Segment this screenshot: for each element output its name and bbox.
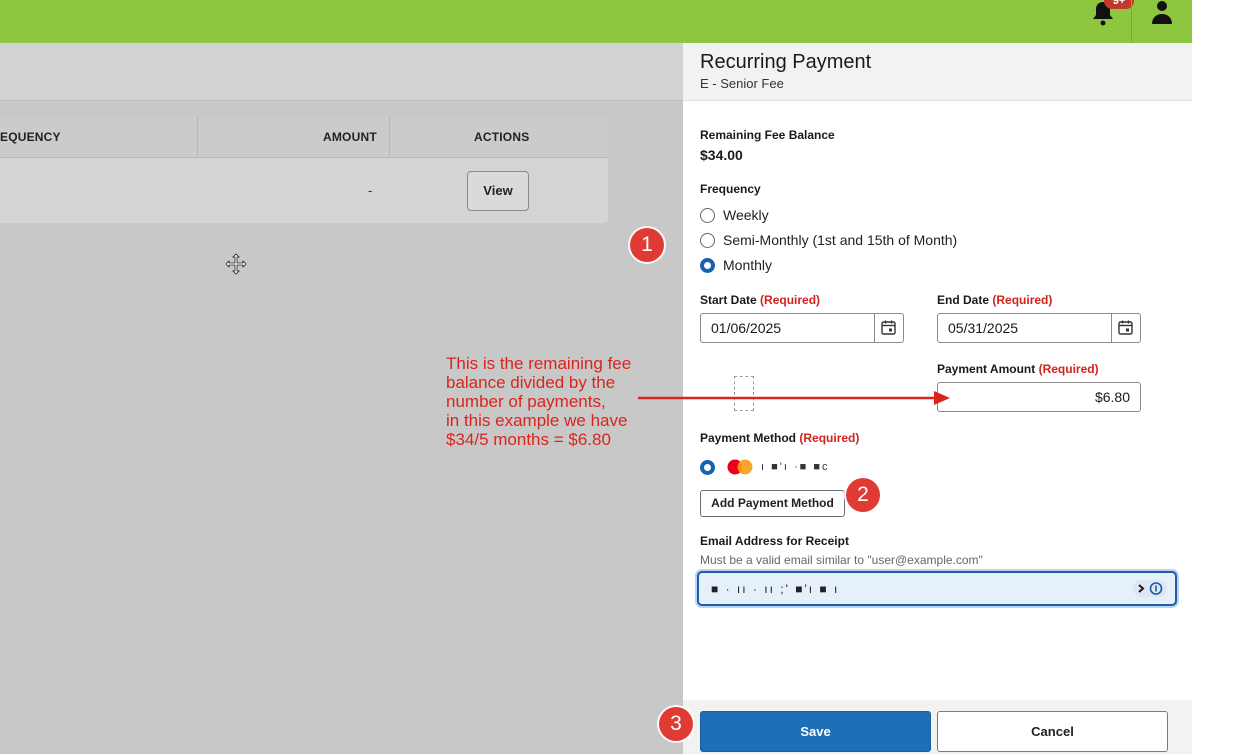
frequency-option-label: Semi-Monthly (1st and 15th of Month) bbox=[723, 232, 958, 248]
payment-amount-value: $6.80 bbox=[1094, 389, 1130, 405]
start-date-calendar-button[interactable] bbox=[874, 314, 903, 342]
step-marker-1: 1 bbox=[630, 228, 664, 262]
annotation-line: $34/5 months = $6.80 bbox=[446, 430, 611, 449]
frequency-option-label: Weekly bbox=[723, 207, 769, 223]
masked-card-number: ı ■'ı ·■ ■c bbox=[761, 461, 830, 473]
balance-value: $34.00 bbox=[700, 147, 743, 163]
payment-amount-label-text: Payment Amount bbox=[937, 362, 1036, 376]
start-date-value: 01/06/2025 bbox=[711, 320, 782, 336]
background-fees-table: EQUENCY AMOUNT ACTIONS - View bbox=[0, 117, 608, 223]
required-tag: (Required) bbox=[799, 431, 860, 445]
save-button[interactable]: Save bbox=[700, 711, 931, 752]
annotation-line: This is the remaining fee bbox=[446, 354, 632, 373]
calendar-icon bbox=[881, 320, 896, 335]
cancel-button[interactable]: Cancel bbox=[937, 711, 1168, 752]
column-separator bbox=[389, 117, 390, 157]
radio-unselected-icon[interactable] bbox=[700, 207, 715, 223]
mastercard-icon bbox=[727, 459, 753, 475]
step-marker-3: 3 bbox=[659, 707, 693, 741]
column-separator bbox=[197, 117, 198, 157]
frequency-option-semi-monthly[interactable]: Semi-Monthly (1st and 15th of Month) bbox=[700, 230, 957, 250]
start-date-input[interactable]: 01/06/2025 bbox=[700, 313, 904, 343]
move-cursor-icon bbox=[225, 253, 247, 275]
payment-method-label: Payment Method (Required) bbox=[700, 431, 859, 445]
payment-amount-input[interactable]: $6.80 bbox=[937, 382, 1141, 412]
panel-title: Recurring Payment bbox=[700, 51, 872, 73]
radio-selected-icon[interactable] bbox=[700, 257, 715, 273]
start-date-label-text: Start Date bbox=[700, 293, 757, 307]
user-account-icon[interactable] bbox=[1151, 0, 1173, 26]
panel-header: Recurring Payment E - Senior Fee bbox=[683, 43, 1192, 101]
amount-cell: - bbox=[368, 183, 373, 198]
radio-selected-icon[interactable] bbox=[700, 459, 715, 475]
table-header: EQUENCY AMOUNT ACTIONS bbox=[0, 117, 608, 158]
saved-payment-method-option[interactable]: ı ■'ı ·■ ■c bbox=[700, 457, 829, 477]
payment-method-label-text: Payment Method bbox=[700, 431, 797, 445]
start-date-label: Start Date (Required) bbox=[700, 293, 820, 307]
end-date-calendar-button[interactable] bbox=[1111, 314, 1140, 342]
calendar-icon bbox=[1118, 320, 1133, 335]
view-button[interactable]: View bbox=[467, 171, 529, 211]
end-date-label-text: End Date bbox=[937, 293, 990, 307]
annotation-arrow-icon bbox=[638, 391, 950, 405]
panel-footer: Save Cancel bbox=[683, 700, 1192, 754]
frequency-label: Frequency bbox=[700, 182, 761, 196]
email-hint: Must be a valid email similar to "user@e… bbox=[700, 553, 983, 567]
step-marker-2: 2 bbox=[846, 478, 880, 512]
panel-subtitle: E - Senior Fee bbox=[700, 76, 784, 91]
column-header-amount: AMOUNT bbox=[323, 130, 377, 144]
radio-unselected-icon[interactable] bbox=[700, 232, 715, 248]
required-tag: (Required) bbox=[1038, 362, 1099, 376]
end-date-label: End Date (Required) bbox=[937, 293, 1052, 307]
frequency-option-label: Monthly bbox=[723, 257, 773, 273]
add-payment-method-button[interactable]: Add Payment Method bbox=[700, 490, 845, 517]
required-tag: (Required) bbox=[992, 293, 1053, 307]
annotation-line: in this example we have bbox=[446, 411, 628, 430]
column-header-frequency: EQUENCY bbox=[0, 130, 61, 144]
top-navigation-bar: 9+ bbox=[0, 0, 1192, 43]
frequency-option-monthly[interactable]: Monthly bbox=[700, 255, 772, 275]
required-tag: (Required) bbox=[760, 293, 821, 307]
end-date-value: 05/31/2025 bbox=[948, 320, 1019, 336]
background-page-header bbox=[0, 43, 683, 101]
email-input[interactable]: ■ · ıı · ıı ;' ■'ı ■ ı bbox=[697, 571, 1177, 606]
balance-label: Remaining Fee Balance bbox=[700, 128, 835, 142]
column-header-actions: ACTIONS bbox=[474, 130, 530, 144]
end-date-input[interactable]: 05/31/2025 bbox=[937, 313, 1141, 343]
topbar-divider bbox=[1131, 0, 1132, 43]
frequency-option-weekly[interactable]: Weekly bbox=[700, 205, 769, 225]
autofill-icon[interactable] bbox=[1133, 580, 1167, 597]
payment-amount-label: Payment Amount (Required) bbox=[937, 362, 1099, 376]
notification-count-badge: 9+ bbox=[1104, 0, 1134, 9]
right-margin bbox=[1192, 0, 1252, 754]
email-value-masked: ■ · ıı · ıı ;' ■'ı ■ ı bbox=[711, 582, 840, 596]
email-label: Email Address for Receipt bbox=[700, 534, 849, 548]
